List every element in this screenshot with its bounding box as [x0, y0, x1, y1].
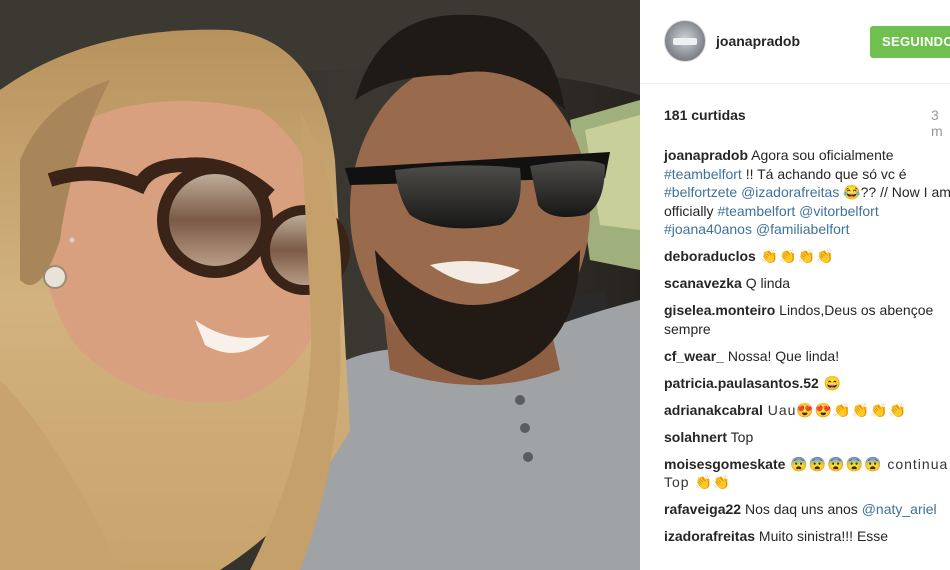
comment-text: 😄 [818, 374, 843, 391]
caption-username[interactable]: joanapradob [664, 147, 748, 163]
comment-text: Uau😍😍👏👏👏👏 [762, 401, 908, 418]
following-button[interactable]: SEGUINDO [870, 26, 950, 58]
hashtag[interactable]: #teambelfort [664, 166, 742, 182]
comment-text: Q linda [741, 275, 791, 291]
comment-username[interactable]: solahnert [664, 429, 727, 445]
post-sidebar: joanapradob SEGUINDO 181 curtidas 3 m jo… [640, 0, 950, 570]
comment-username[interactable]: patricia.paulasantos.52 [664, 375, 819, 391]
comment-item: rafaveiga22 Nos daq uns anos @naty_ariel [664, 500, 950, 519]
hashtag[interactable]: #teambelfort [717, 203, 795, 219]
comment-username[interactable]: giselea.monteiro [664, 302, 775, 318]
comment-username[interactable]: adrianakcabral [664, 402, 763, 418]
comment-username[interactable]: scanavezka [664, 275, 742, 291]
comment-item: patricia.paulasantos.52 😄 [664, 374, 950, 393]
caption: joanapradob Agora sou oficialmente #team… [664, 146, 950, 239]
comment-username[interactable]: rafaveiga22 [664, 501, 741, 517]
comment-item: adrianakcabral Uau😍😍👏👏👏👏 [664, 401, 950, 420]
comment-text: Nos daq uns anos [741, 501, 862, 517]
post-header: joanapradob SEGUINDO [640, 0, 950, 84]
likes-count[interactable]: 181 curtidas [664, 107, 746, 123]
comment-item: scanavezka Q linda [664, 274, 950, 293]
mention[interactable]: @familiabelfort [756, 221, 850, 237]
mention[interactable]: @naty_ariel [862, 501, 937, 517]
comment-text: 👏👏👏👏 [755, 248, 835, 264]
comment-username[interactable]: cf_wear_ [664, 348, 724, 364]
comment-text: Muito sinistra!!! Esse [755, 528, 889, 544]
comment-list: joanapradob Agora sou oficialmente #team… [664, 146, 950, 554]
mention[interactable]: @izadorafreitas [741, 184, 839, 200]
comment-username[interactable]: izadorafreitas [664, 528, 755, 544]
caption-text: !! Tá achando que só vc é [741, 165, 907, 182]
comment-item: giselea.monteiro Lindos,Deus os abençoe … [664, 301, 950, 338]
post-photo[interactable] [0, 0, 640, 570]
mention[interactable]: @vitorbelfort [799, 203, 879, 219]
hashtag[interactable]: #belfortzete [664, 184, 737, 200]
comment-item: izadorafreitas Muito sinistra!!! Esse [664, 527, 950, 546]
comment-text: Nossa! Que linda! [723, 347, 840, 364]
avatar[interactable] [664, 20, 706, 62]
comment-item: cf_wear_ Nossa! Que linda! [664, 347, 950, 366]
comment-item: deboraduclos 👏👏👏👏 [664, 247, 950, 266]
selfie-photo [0, 0, 640, 570]
post-username[interactable]: joanapradob [716, 33, 800, 49]
hashtag[interactable]: #joana40anos [664, 221, 752, 237]
comment-username[interactable]: moisesgomeskate [664, 456, 785, 472]
comment-username[interactable]: deboraduclos [664, 248, 756, 264]
comment-text: Top [727, 428, 754, 445]
comment-item: moisesgomeskate 😨😨😨😨😨 continua Top 👏👏 [664, 455, 950, 492]
comment-item: solahnert Top [664, 428, 950, 447]
post-time[interactable]: 3 m [931, 107, 950, 139]
caption-text: Agora sou oficialmente [748, 147, 894, 163]
